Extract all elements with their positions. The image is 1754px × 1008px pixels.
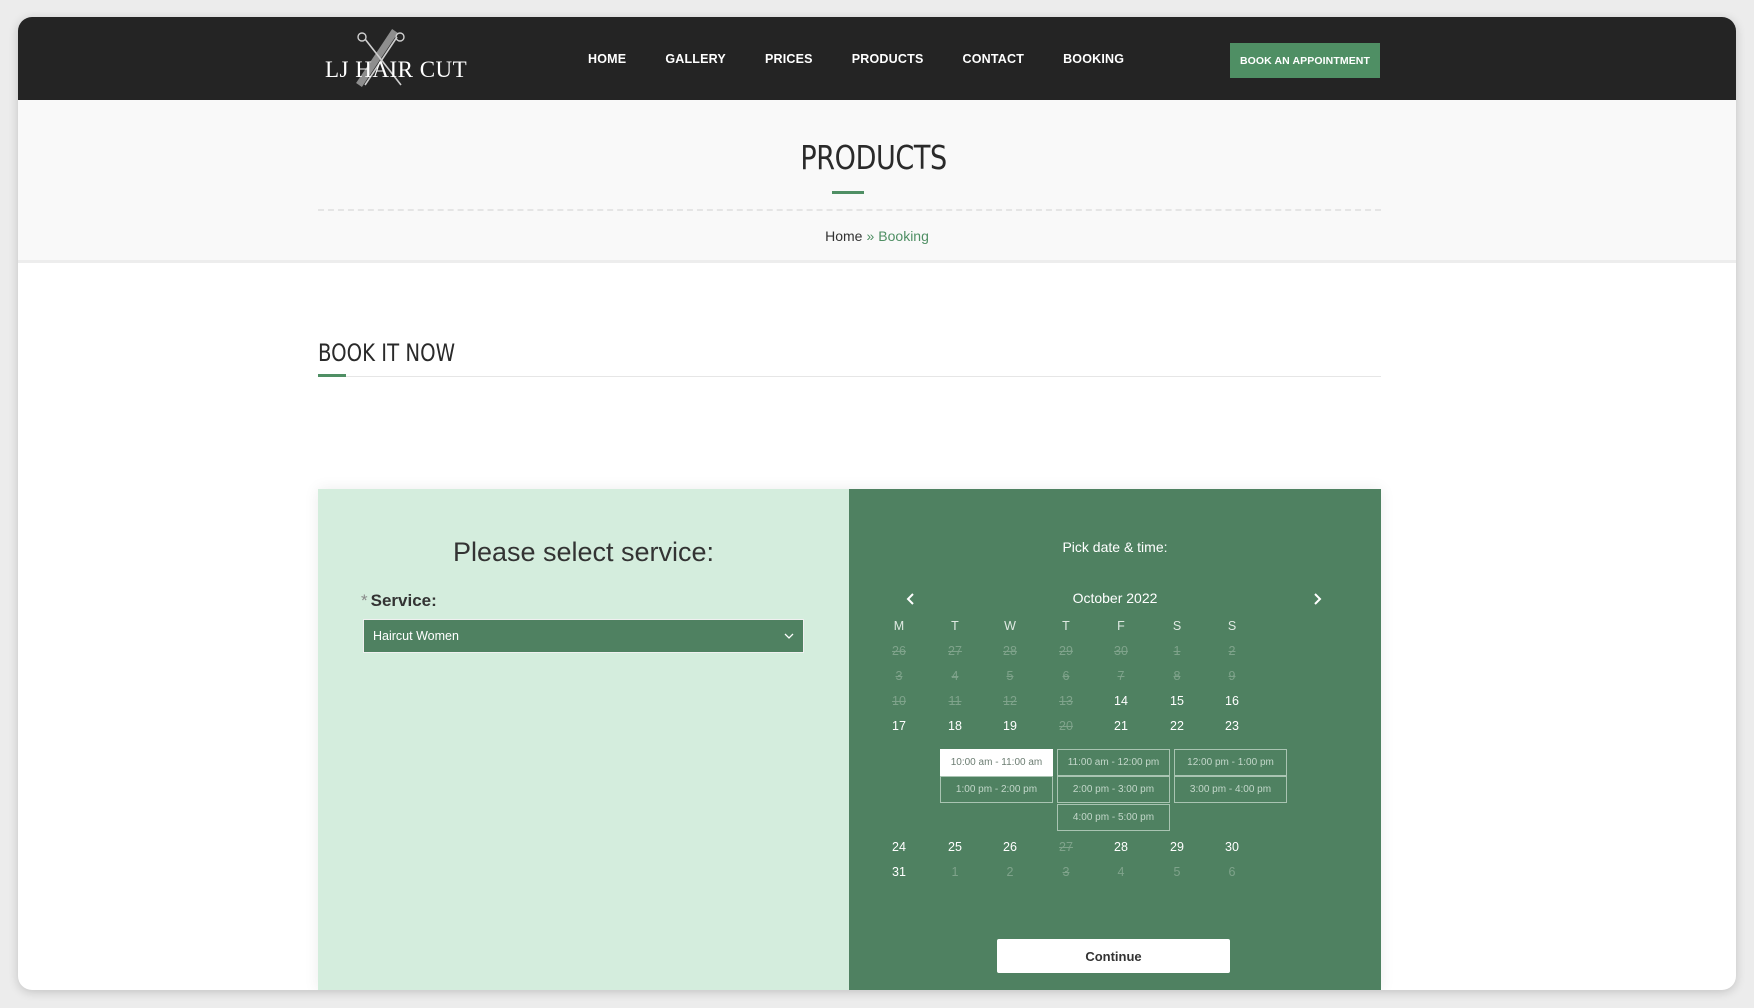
calendar-day[interactable]: 25 bbox=[935, 840, 975, 854]
calendar-day[interactable]: 19 bbox=[990, 719, 1030, 733]
calendar-day: 6 bbox=[1062, 669, 1070, 683]
calendar-day: 12 bbox=[1003, 694, 1017, 708]
time-slot[interactable]: 12:00 pm - 1:00 pm bbox=[1174, 749, 1287, 776]
calendar-day: 2 bbox=[1228, 644, 1236, 658]
calendar-day: 5 bbox=[1006, 669, 1014, 683]
calendar-day[interactable]: 18 bbox=[935, 719, 975, 733]
calendar-day[interactable]: 28 bbox=[1101, 840, 1141, 854]
calendar-month: October 2022 bbox=[1072, 590, 1158, 606]
nav-item-gallery[interactable]: GALLERY bbox=[665, 52, 726, 66]
calendar-day[interactable]: 29 bbox=[1157, 840, 1197, 854]
time-slot[interactable]: 11:00 am - 12:00 pm bbox=[1057, 749, 1170, 776]
section-divider bbox=[318, 376, 1381, 377]
calendar-day[interactable]: 14 bbox=[1101, 694, 1141, 708]
time-slot[interactable]: 1:00 pm - 2:00 pm bbox=[940, 776, 1053, 803]
service-panel: Please select service: * Service: Haircut… bbox=[318, 489, 849, 990]
nav-item-prices[interactable]: PRICES bbox=[765, 52, 813, 66]
nav-item-products[interactable]: PRODUCTS bbox=[852, 52, 924, 66]
title-divider bbox=[318, 209, 1381, 211]
calendar-day: 6 bbox=[1228, 865, 1236, 879]
book-appointment-button[interactable]: BOOK AN APPOINTMENT bbox=[1230, 43, 1380, 78]
logo-text: LJ HAIR CUT bbox=[325, 57, 468, 82]
pick-datetime-label: Pick date & time: bbox=[1062, 539, 1168, 555]
calendar-day: 2 bbox=[1006, 865, 1014, 879]
calendar-day: 27 bbox=[1059, 840, 1073, 854]
time-slot[interactable]: 3:00 pm - 4:00 pm bbox=[1174, 776, 1287, 803]
calendar-day: 28 bbox=[1003, 644, 1017, 658]
calendar-day: 29 bbox=[1059, 644, 1073, 658]
calendar-day: 5 bbox=[1173, 865, 1181, 879]
breadcrumb-separator: » bbox=[866, 228, 875, 244]
chevron-down-icon bbox=[784, 633, 794, 639]
calendar-day: 3 bbox=[895, 669, 903, 683]
calendar-day[interactable]: 26 bbox=[990, 840, 1030, 854]
calendar-day: 11 bbox=[948, 694, 962, 708]
breadcrumb: Home» Booking bbox=[18, 228, 1736, 244]
calendar-day[interactable]: 24 bbox=[879, 840, 919, 854]
browser-window: LJ HAIR CUT HOME GALLERY PRICES PRODUCTS CON… bbox=[18, 17, 1736, 990]
page-title: PRODUCTS bbox=[800, 138, 947, 177]
weekday-header: T bbox=[951, 619, 959, 633]
calendar-day: 20 bbox=[1059, 719, 1073, 733]
section-accent-bar bbox=[318, 374, 346, 377]
calendar-day[interactable]: 22 bbox=[1157, 719, 1197, 733]
weekday-header: T bbox=[1062, 619, 1070, 633]
site-logo[interactable]: LJ HAIR CUT bbox=[321, 27, 467, 97]
calendar-day: 8 bbox=[1173, 669, 1181, 683]
weekday-header: S bbox=[1227, 619, 1237, 633]
calendar-day: 7 bbox=[1117, 669, 1125, 683]
calendar-day: 26 bbox=[892, 644, 906, 658]
calendar-day: 30 bbox=[1114, 644, 1128, 658]
time-slot[interactable]: 10:00 am - 11:00 am bbox=[940, 749, 1053, 776]
time-slot[interactable]: 2:00 pm - 3:00 pm bbox=[1057, 776, 1170, 803]
title-accent-bar bbox=[832, 191, 864, 194]
calendar-day: 10 bbox=[892, 694, 906, 708]
calendar-day[interactable]: 30 bbox=[1212, 840, 1252, 854]
weekday-header: F bbox=[1117, 619, 1125, 633]
weekday-header: M bbox=[893, 619, 905, 633]
calendar-day: 4 bbox=[951, 669, 959, 683]
calendar-day: 1 bbox=[1173, 644, 1181, 658]
calendar-day: 13 bbox=[1059, 694, 1073, 708]
nav-item-contact[interactable]: CONTACT bbox=[962, 52, 1024, 66]
breadcrumb-home-link[interactable]: Home bbox=[825, 228, 862, 244]
calendar-day[interactable]: 15 bbox=[1157, 694, 1197, 708]
page-title-band: PRODUCTS Home» Booking bbox=[18, 100, 1736, 263]
continue-button[interactable]: Continue bbox=[997, 939, 1230, 973]
booking-widget: Please select service: * Service: Haircut… bbox=[318, 489, 1381, 990]
calendar-day[interactable]: 16 bbox=[1212, 694, 1252, 708]
datetime-panel: Pick date & time: October 2022 Continue … bbox=[849, 489, 1381, 990]
calendar-day[interactable]: 17 bbox=[879, 719, 919, 733]
nav-item-home[interactable]: HOME bbox=[588, 52, 626, 66]
main-nav: HOME GALLERY PRICES PRODUCTS CONTACT BOOKING bbox=[588, 17, 1163, 100]
calendar-day: 27 bbox=[948, 644, 962, 658]
calendar-day[interactable]: 21 bbox=[1101, 719, 1141, 733]
site-header: LJ HAIR CUT HOME GALLERY PRICES PRODUCTS CON… bbox=[18, 17, 1736, 100]
chevron-right-icon[interactable] bbox=[1310, 592, 1324, 606]
service-heading: Please select service: bbox=[452, 537, 715, 567]
time-slot[interactable]: 4:00 pm - 5:00 pm bbox=[1057, 804, 1170, 831]
calendar-day: 9 bbox=[1228, 669, 1236, 683]
calendar-day: 3 bbox=[1062, 865, 1070, 879]
calendar-day[interactable]: 31 bbox=[879, 865, 919, 879]
weekday-header: W bbox=[1004, 619, 1016, 633]
nav-item-booking[interactable]: BOOKING bbox=[1063, 52, 1124, 66]
service-label-text: Service: bbox=[370, 591, 437, 610]
breadcrumb-current: Booking bbox=[878, 228, 929, 244]
required-marker: * bbox=[361, 591, 368, 610]
section-title: BOOK IT NOW bbox=[318, 339, 456, 367]
calendar-day: 4 bbox=[1117, 865, 1125, 879]
service-select[interactable]: Haircut Women bbox=[363, 619, 804, 653]
service-label: * Service: bbox=[361, 591, 437, 611]
calendar-day[interactable]: 23 bbox=[1212, 719, 1252, 733]
weekday-header: S bbox=[1172, 619, 1182, 633]
calendar-day: 1 bbox=[951, 865, 959, 879]
service-select-value: Haircut Women bbox=[373, 629, 459, 643]
